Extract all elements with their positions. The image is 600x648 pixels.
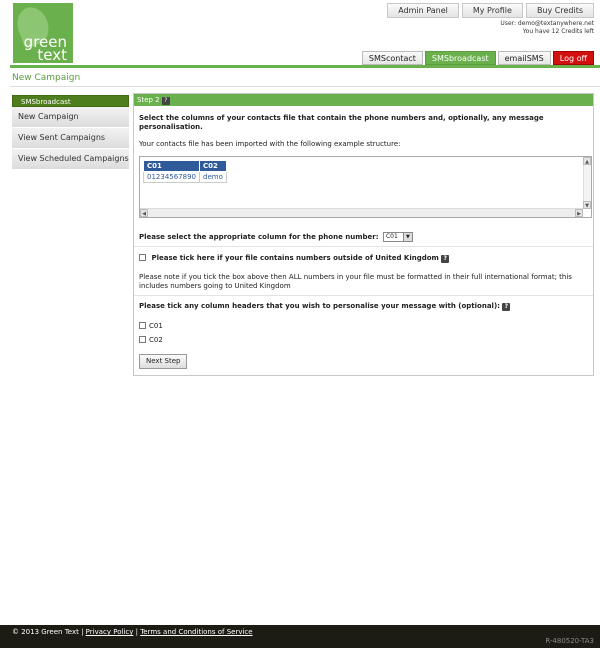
section-divider — [134, 295, 593, 296]
build-code: R-480520-TA3 — [545, 637, 594, 645]
step-instructions: Select the columns of your contacts file… — [139, 114, 544, 131]
column-header: C01 — [143, 160, 200, 172]
user-email: User: demo@textanywhere.net — [500, 20, 594, 27]
column-checkbox-c01[interactable] — [139, 322, 146, 329]
horizontal-scrollbar[interactable]: ◀ ▶ — [140, 208, 583, 217]
personalisation-question: Please tick any column headers that you … — [139, 302, 511, 311]
privacy-policy-link[interactable]: Privacy Policy — [86, 628, 134, 636]
scroll-down-icon[interactable]: ▼ — [583, 201, 591, 209]
international-label: Please tick here if your file contains n… — [151, 254, 439, 262]
phone-column-question: Please select the appropriate column for… — [139, 232, 413, 242]
contacts-preview[interactable]: C01 C02 01234567890 demo ▲ ▼ ◀ ▶ — [139, 156, 592, 218]
tab-emailsms[interactable]: emailSMS — [497, 51, 551, 65]
sidebar: SMSbroadcast New Campaign View Sent Camp… — [12, 95, 129, 170]
footer-separator: | — [135, 628, 138, 636]
scroll-left-icon[interactable]: ◀ — [140, 209, 148, 217]
credits-left: You have 12 Credits left — [522, 28, 594, 35]
user-info: User: demo@textanywhere.net You have 12 … — [500, 20, 594, 36]
option-label: C02 — [149, 336, 163, 344]
help-icon[interactable]: ? — [502, 303, 511, 311]
personalisation-option: C02 — [139, 336, 163, 344]
phone-column-select[interactable]: C01 ▼ — [382, 232, 413, 242]
tab-smsbroadcast[interactable]: SMSbroadcast — [424, 51, 496, 65]
footer: © 2013 Green Text | Privacy Policy | Ter… — [0, 625, 600, 648]
green-text-logo[interactable]: green text — [12, 3, 73, 64]
table-row: 01234567890 demo — [143, 171, 227, 183]
phone-column-label: Please select the appropriate column for… — [139, 233, 379, 241]
phone-column-value: C01 — [385, 233, 398, 240]
next-step-button[interactable]: Next Step — [139, 354, 188, 369]
international-checkbox[interactable] — [139, 254, 146, 261]
log-off-button[interactable]: Log off — [552, 51, 594, 65]
import-description: Your contacts file has been imported wit… — [139, 140, 401, 148]
scroll-right-icon[interactable]: ▶ — [575, 209, 583, 217]
personalisation-option: C01 — [139, 322, 163, 330]
admin-panel-button[interactable]: Admin Panel — [387, 3, 459, 18]
main-tabs: SMScontact SMSbroadcast emailSMS Log off — [361, 51, 594, 65]
sidebar-item-view-sent-campaigns[interactable]: View Sent Campaigns — [12, 128, 129, 149]
top-navigation: Admin Panel My Profile Buy Credits — [387, 3, 594, 18]
international-note: Please note if you tick the box above th… — [139, 273, 572, 290]
preview-table: C01 C02 01234567890 demo — [143, 160, 227, 183]
international-option: Please tick here if your file contains n… — [139, 254, 450, 263]
chevron-down-icon: ▼ — [402, 233, 412, 241]
logo-text-text: text — [37, 46, 67, 64]
table-cell: 01234567890 — [143, 171, 200, 183]
title-divider — [10, 86, 600, 87]
page-container: green text Admin Panel My Profile Buy Cr… — [10, 0, 600, 625]
option-label: C01 — [149, 322, 163, 330]
column-checkbox-c02[interactable] — [139, 336, 146, 343]
step-panel: Step 2 ? Select the columns of your cont… — [133, 93, 594, 376]
sidebar-item-view-scheduled-campaigns[interactable]: View Scheduled Campaigns — [12, 149, 129, 170]
tab-smscontact[interactable]: SMScontact — [361, 51, 423, 65]
help-icon[interactable]: ? — [161, 97, 170, 105]
section-divider — [134, 246, 593, 247]
scroll-up-icon[interactable]: ▲ — [583, 157, 591, 165]
step-title: Step 2 — [137, 96, 160, 104]
vertical-scrollbar[interactable]: ▲ ▼ — [583, 157, 591, 209]
step-header: Step 2 ? — [134, 94, 593, 106]
copyright-text: © 2013 Green Text | — [12, 628, 84, 636]
page-title: New Campaign — [12, 73, 81, 83]
buy-credits-button[interactable]: Buy Credits — [525, 3, 594, 18]
footer-links: © 2013 Green Text | Privacy Policy | Ter… — [12, 628, 253, 636]
help-icon[interactable]: ? — [441, 255, 450, 263]
sidebar-header: SMSbroadcast — [12, 95, 129, 107]
header-divider — [10, 65, 600, 68]
personalisation-label: Please tick any column headers that you … — [139, 302, 500, 310]
my-profile-button[interactable]: My Profile — [461, 3, 523, 18]
sidebar-item-new-campaign[interactable]: New Campaign — [12, 107, 129, 128]
table-cell: demo — [199, 171, 227, 183]
column-header: C02 — [199, 160, 227, 172]
terms-link[interactable]: Terms and Conditions of Service — [140, 628, 252, 636]
